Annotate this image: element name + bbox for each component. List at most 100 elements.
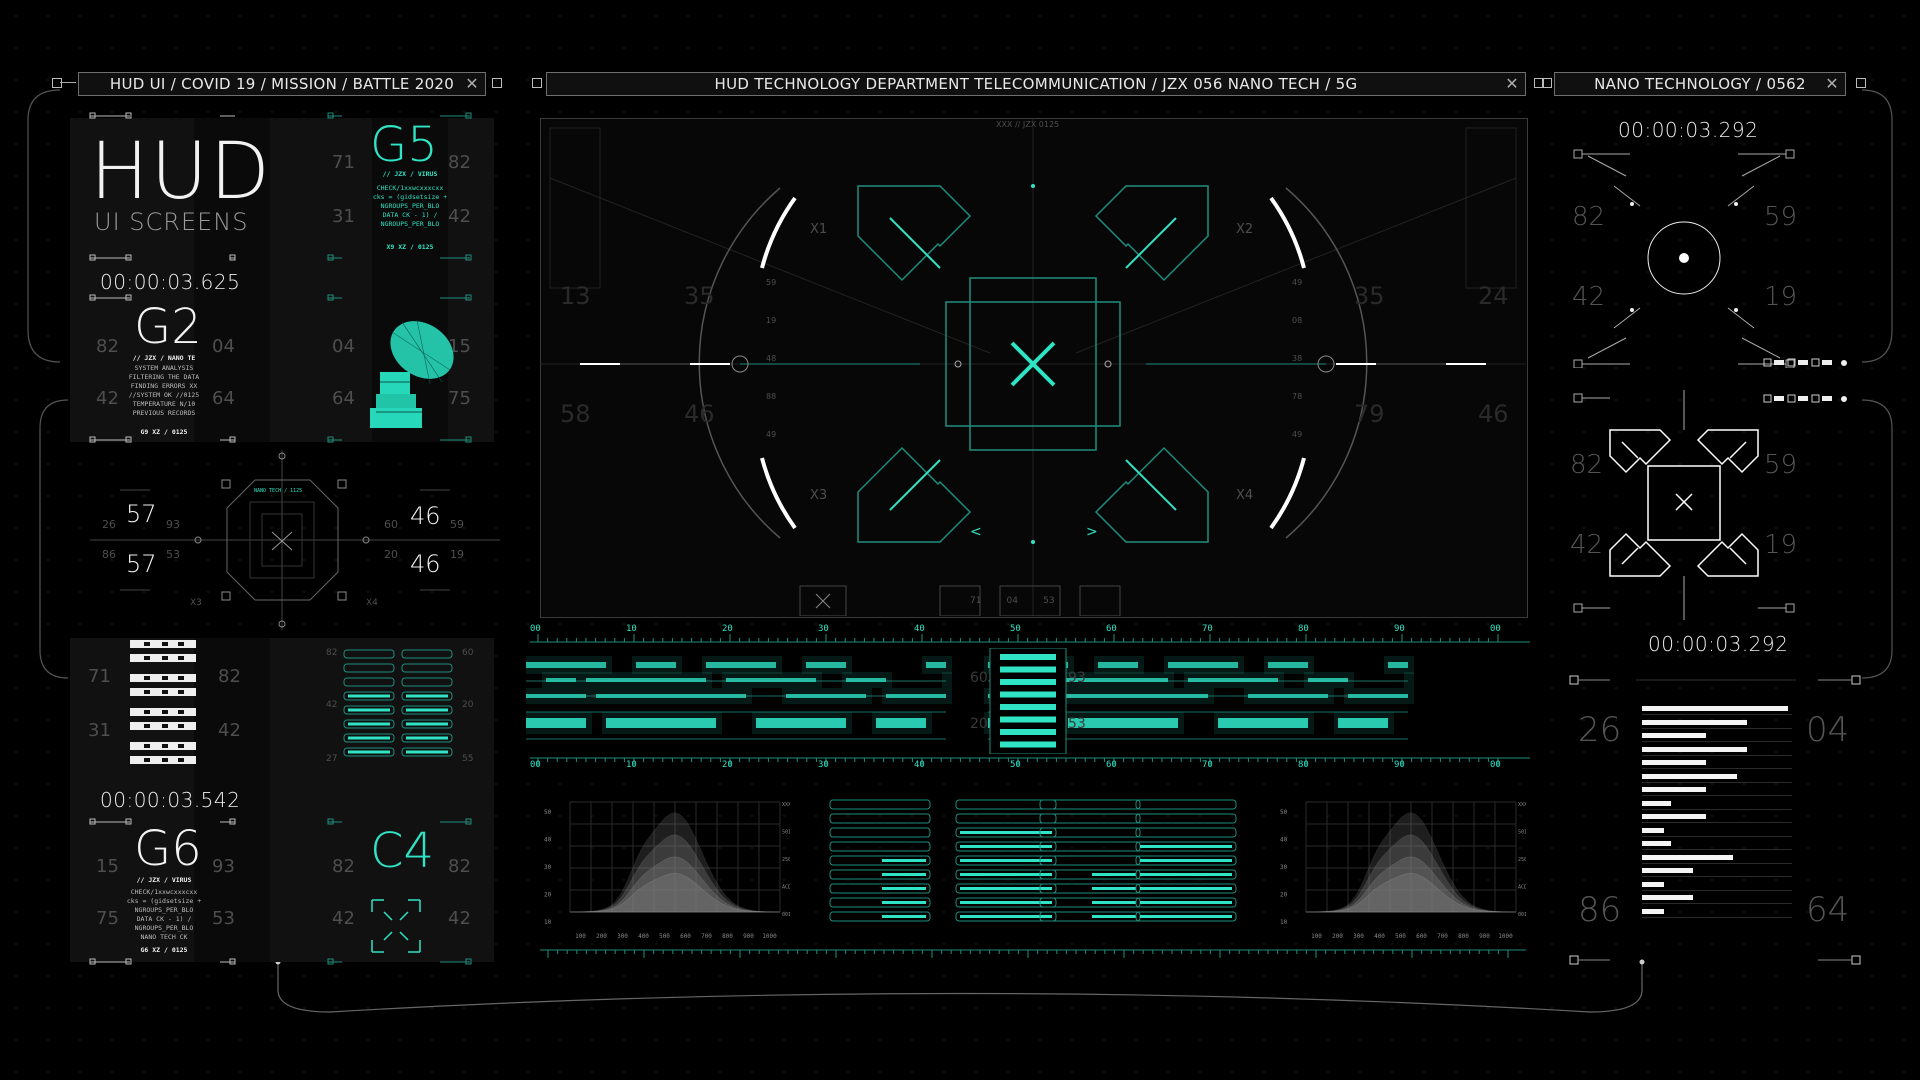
stack-bar: [1000, 666, 1056, 673]
stat-59: 59: [1764, 450, 1798, 480]
signal-glow: [702, 656, 782, 674]
label-x2: X2: [1236, 222, 1254, 237]
arrow-left-icon[interactable]: <: [970, 524, 982, 540]
arrow-right-icon[interactable]: >: [1086, 524, 1098, 540]
stat-42: 42: [1570, 530, 1604, 560]
small-53: 53: [166, 548, 180, 561]
tick-label: 00: [530, 624, 541, 634]
signal-glow: [1094, 656, 1144, 674]
signal-glow: [1214, 712, 1314, 734]
scale-value: 49: [766, 430, 777, 439]
level-bar: [1642, 760, 1707, 765]
eq-fill: [960, 859, 1052, 862]
eq-fill: [960, 901, 1052, 904]
tick-label: 30: [818, 760, 829, 770]
level-bar: [1642, 746, 1748, 752]
tick-label: 40: [914, 624, 925, 634]
scale-label: 60: [1122, 946, 1133, 949]
signal-glow: [526, 688, 592, 704]
eq-fill: [960, 831, 1052, 834]
x-tick: 600: [680, 933, 691, 940]
scale-value: 08: [1292, 316, 1303, 325]
signal-glow: [526, 712, 592, 734]
y-tick: 40: [544, 837, 552, 844]
bar-track: [1642, 714, 1792, 715]
eq-column: [955, 799, 1057, 922]
scale-value: 49: [1292, 278, 1303, 287]
small-19: 19: [450, 548, 464, 561]
stack-bar: [1000, 729, 1056, 735]
box-value: 35: [1354, 282, 1385, 310]
signal-glow: [722, 672, 822, 688]
divider-markers: [1569, 675, 1861, 685]
bar-track: [1642, 768, 1792, 769]
right-box-readouts: 35 24 79 46: [1354, 282, 1514, 442]
scale-value: 38: [1292, 354, 1303, 363]
eq-fill: [960, 845, 1052, 848]
scale-label: 70: [1206, 946, 1217, 949]
eq-fill: [882, 901, 926, 904]
readout-value: 04: [1006, 596, 1018, 606]
x-tick: 100: [1311, 933, 1322, 940]
panel-markers: [89, 112, 472, 443]
box-value: 24: [1478, 282, 1509, 310]
eq-cell: [829, 827, 931, 838]
wave-grid: [569, 801, 781, 913]
big-46: 46: [410, 550, 441, 578]
eq-cell: [1039, 827, 1141, 838]
y-tick: 2500: [782, 857, 790, 863]
stack-frame: [989, 648, 1067, 754]
signal-glow: [782, 688, 872, 704]
small-26: 26: [102, 518, 116, 531]
box-value: 46: [684, 400, 715, 428]
signal-glow: [632, 656, 682, 674]
y-tick: XXX: [1518, 802, 1526, 808]
level-bar: [1642, 827, 1664, 833]
box-value: 13: [560, 282, 591, 310]
x-tick: 100: [575, 933, 586, 940]
signal-glow: [922, 656, 952, 674]
eq-fill: [882, 859, 926, 862]
signal-glow: [1404, 672, 1414, 688]
scale-label: 30: [870, 946, 881, 949]
stat-42: 42: [1572, 282, 1606, 312]
bar-list: [1642, 706, 1792, 926]
x-tick: 800: [1458, 933, 1469, 940]
level-bar: [1642, 733, 1707, 738]
eq-fill: [1140, 845, 1232, 848]
eq-cell: [829, 813, 931, 824]
eq-column: [829, 799, 931, 922]
signal-glow: [602, 712, 722, 734]
signal-glow: [1244, 688, 1334, 704]
y-tick: 5015: [1518, 830, 1526, 836]
x-tick: 500: [659, 933, 670, 940]
scale-label: 40: [954, 946, 965, 949]
radar-header: NANO TECH / 1125: [254, 488, 302, 494]
wave-chart-right: 100 200 300 400 500 600 700 800 900 1000 50 40 30 20 1…: [1280, 801, 1526, 940]
bar-track: [1642, 781, 1792, 783]
level-bar: [1642, 800, 1672, 806]
eq-cell: [1039, 813, 1141, 824]
target-radar: NANO TECH / 1125: [90, 450, 500, 630]
y-tick: XXX: [782, 802, 790, 808]
scale-ticks: 30 40 50 60 70 80: [540, 946, 1526, 958]
stack-bar: [1000, 716, 1056, 723]
x-tick: 600: [1416, 933, 1427, 940]
eq-cell: [1039, 841, 1141, 852]
x-tick: 500: [1395, 933, 1406, 940]
eq-fill: [960, 887, 1052, 890]
tick-label: 60: [1106, 624, 1117, 634]
label-x4: X4: [366, 598, 378, 608]
level-bar: [1642, 881, 1664, 887]
signal-glow: [872, 712, 932, 734]
bar-track: [1642, 903, 1792, 904]
label-x3: X3: [190, 598, 202, 608]
eq-cell: [829, 841, 931, 852]
radar-crosshair: [1573, 149, 1795, 368]
scale-value: 78: [1292, 392, 1303, 401]
bar-track: [1642, 822, 1792, 823]
signal-glow: [526, 656, 612, 674]
signal-glow: [1334, 712, 1394, 734]
center-stack: [989, 648, 1067, 754]
level-bar: [1642, 854, 1733, 860]
